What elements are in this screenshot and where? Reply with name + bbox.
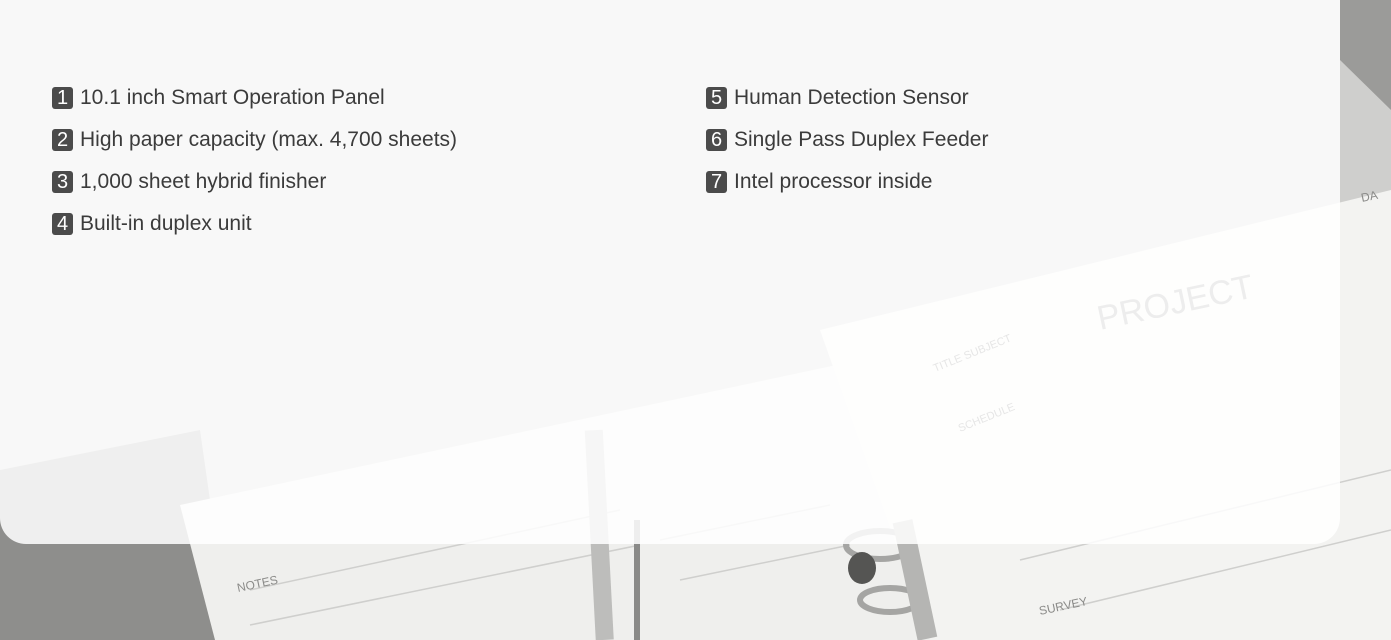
feature-label: 1,000 sheet hybrid finisher bbox=[80, 170, 327, 193]
feature-item: 2 High paper capacity (max. 4,700 sheets… bbox=[52, 126, 457, 154]
feature-list-left: 1 10.1 inch Smart Operation Panel 2 High… bbox=[52, 84, 457, 252]
feature-item: 1 10.1 inch Smart Operation Panel bbox=[52, 84, 457, 112]
feature-number-badge: 6 bbox=[706, 129, 727, 151]
feature-number-badge: 4 bbox=[52, 213, 73, 235]
schedule-label: SCHEDULE bbox=[957, 401, 1017, 435]
feature-item: 6 Single Pass Duplex Feeder bbox=[706, 126, 988, 154]
feature-item: 3 1,000 sheet hybrid finisher bbox=[52, 168, 457, 196]
feature-label: Single Pass Duplex Feeder bbox=[734, 128, 989, 151]
feature-label: Built-in duplex unit bbox=[80, 212, 252, 235]
feature-number-badge: 7 bbox=[706, 171, 727, 193]
feature-number-badge: 5 bbox=[706, 87, 727, 109]
feature-item: 7 Intel processor inside bbox=[706, 168, 988, 196]
feature-label: Intel processor inside bbox=[734, 170, 933, 193]
feature-number-badge: 3 bbox=[52, 171, 73, 193]
feature-label: 10.1 inch Smart Operation Panel bbox=[80, 86, 385, 109]
feature-list-right: 5 Human Detection Sensor 6 Single Pass D… bbox=[706, 84, 988, 210]
feature-item: 4 Built-in duplex unit bbox=[52, 210, 457, 238]
feature-number-badge: 1 bbox=[52, 87, 73, 109]
feature-label: High paper capacity (max. 4,700 sheets) bbox=[80, 128, 458, 151]
feature-section: NOTES SURVEY DA PROJECT TITLE SUBJECT SC… bbox=[0, 0, 1391, 640]
title-subject-label: TITLE SUBJECT bbox=[932, 332, 1014, 374]
project-label: PROJECT bbox=[1094, 268, 1257, 338]
feature-item: 5 Human Detection Sensor bbox=[706, 84, 988, 112]
feature-label: Human Detection Sensor bbox=[734, 86, 969, 109]
feature-number-badge: 2 bbox=[52, 129, 73, 151]
